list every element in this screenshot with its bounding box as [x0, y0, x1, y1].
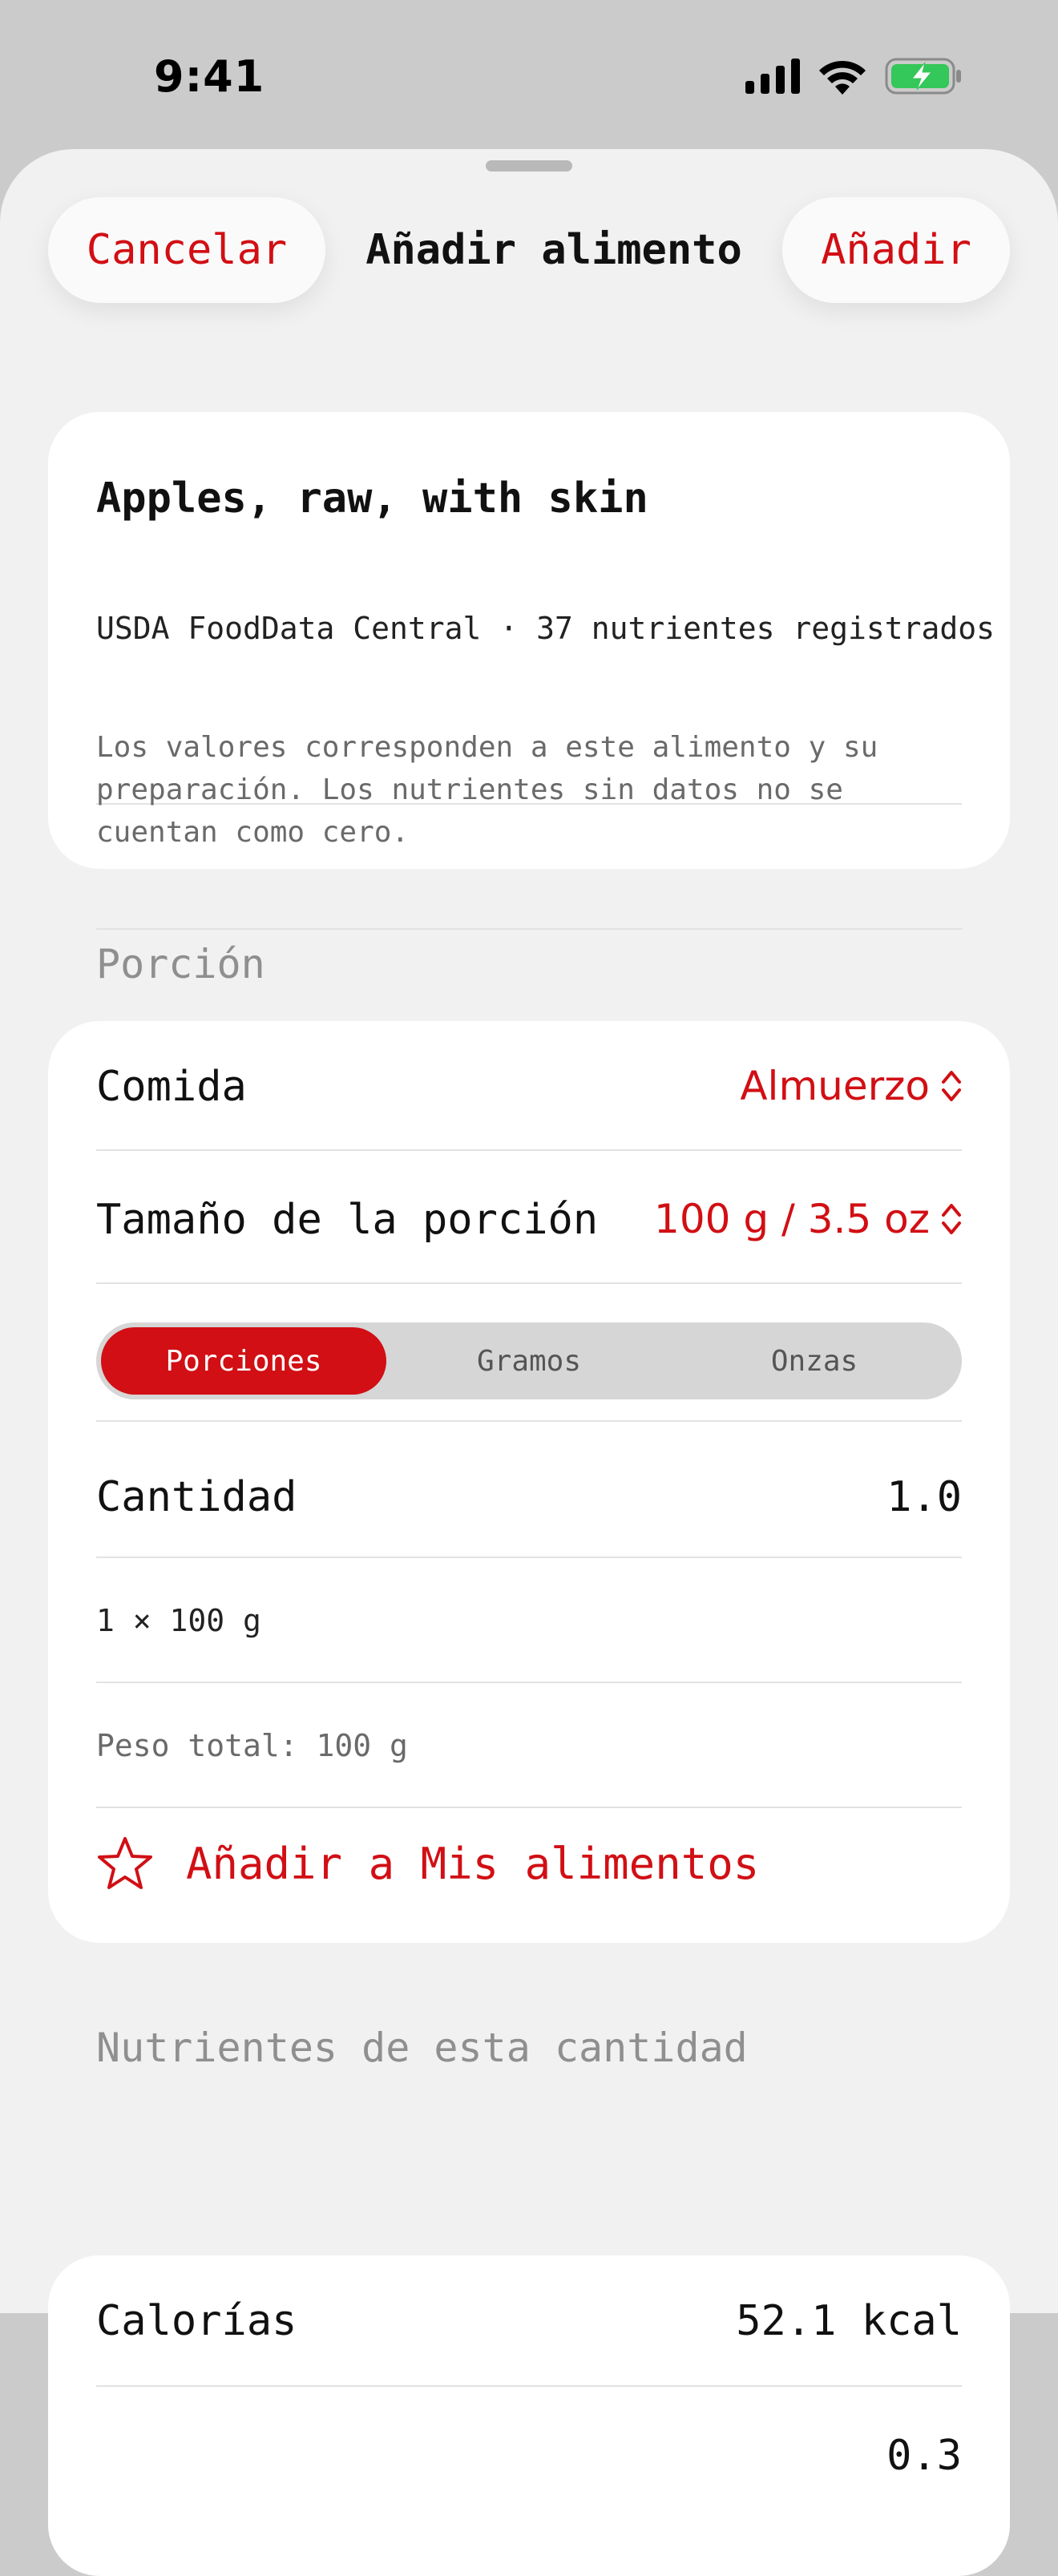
segment-onzas[interactable]: Onzas [672, 1327, 957, 1395]
portion-card: Comida Almuerzo Tamaño de la porción 100… [48, 1021, 1010, 1943]
status-bar: 9:41 [0, 0, 1058, 152]
battery-charging-icon [885, 58, 961, 95]
add-to-my-foods-label: Añadir a Mis alimentos [186, 1838, 760, 1889]
portion-section-title: Porción [96, 941, 265, 987]
portion-size-value: 100 g / 3.5 oz [654, 1196, 930, 1242]
divider [96, 1557, 962, 1558]
calories-label: Calorías [96, 2297, 297, 2345]
food-info-card: Apples, raw, with skin USDA FoodData Cen… [48, 412, 1010, 930]
divider [96, 2385, 962, 2387]
calories-value: 52.1 kcal [736, 2297, 962, 2345]
portion-formula: 1 × 100 g [96, 1603, 261, 1638]
nutrients-card: Calorías 52.1 kcal 0.3 [48, 2255, 1010, 2576]
food-name: Apples, raw, with skin [96, 474, 648, 523]
divider [96, 1282, 962, 1284]
divider [96, 1807, 962, 1808]
total-weight: Peso total: 100 g [96, 1728, 408, 1763]
segment-gramos[interactable]: Gramos [386, 1327, 672, 1395]
portion-size-picker[interactable]: 100 g / 3.5 oz [654, 1196, 962, 1242]
portion-size-label: Tamaño de la porción [96, 1196, 599, 1244]
quantity-input[interactable]: 1.0 [886, 1473, 962, 1521]
wifi-icon [819, 60, 866, 95]
food-source: USDA FoodData Central · 37 nutrientes re… [96, 611, 995, 646]
sheet-title: Añadir alimento [365, 226, 742, 274]
nutrients-section-title: Nutrientes de esta cantidad [96, 2025, 748, 2071]
status-icons [745, 58, 962, 95]
status-time: 9:41 [154, 51, 265, 102]
meal-label: Comida [96, 1063, 247, 1111]
segment-porciones[interactable]: Porciones [101, 1327, 386, 1395]
add-to-my-foods-button[interactable]: Añadir a Mis alimentos [96, 1835, 759, 1892]
cellular-signal-icon [745, 59, 800, 94]
modal-sheet: Cancelar Añadir alimento Añadir Apples, … [0, 149, 1058, 2576]
meal-picker[interactable]: Almuerzo [740, 1063, 962, 1109]
chevron-up-down-icon [942, 1204, 961, 1234]
add-button[interactable]: Añadir [782, 197, 1010, 303]
food-note: Los valores corresponden a este alimento… [96, 731, 878, 849]
divider [96, 928, 962, 930]
cancel-button[interactable]: Cancelar [48, 197, 325, 303]
divider [96, 1149, 962, 1151]
quantity-label: Cantidad [96, 1473, 297, 1521]
divider [96, 1420, 962, 1422]
star-icon [98, 1837, 152, 1889]
chevron-up-down-icon [942, 1071, 961, 1101]
unit-segmented-control: Porciones Gramos Onzas [96, 1322, 962, 1399]
sheet-grabber[interactable] [486, 160, 572, 172]
meal-value: Almuerzo [740, 1063, 930, 1109]
nutrient-value: 0.3 [886, 2432, 962, 2480]
divider [96, 1682, 962, 1683]
